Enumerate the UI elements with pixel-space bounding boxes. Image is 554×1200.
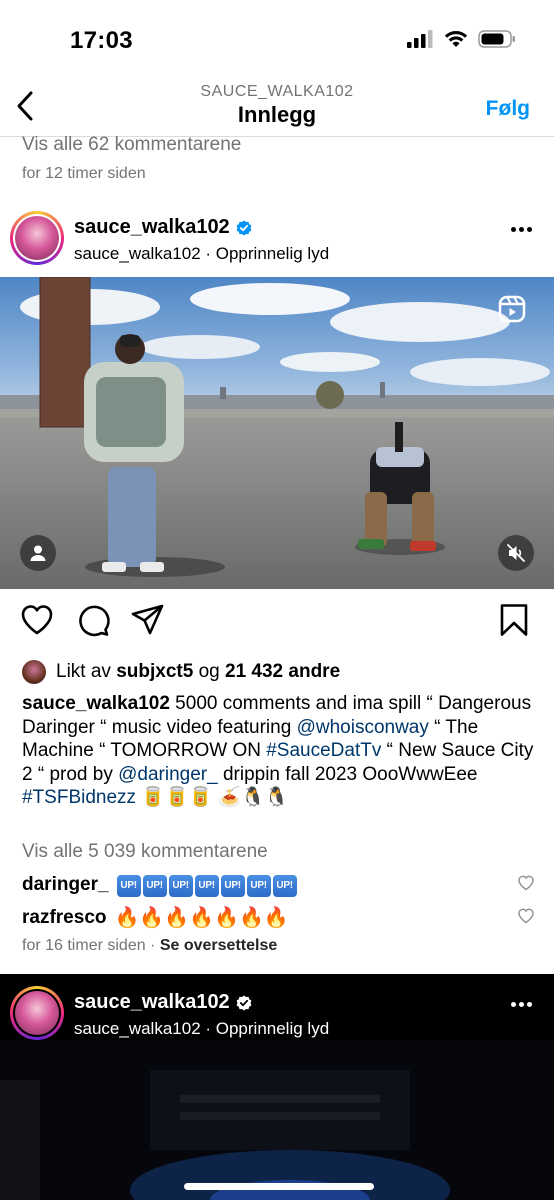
- likes-prefix: Likt av: [56, 661, 117, 682]
- post-username-row[interactable]: sauce_walka102: [74, 991, 252, 1014]
- caption-text: drippin fall 2023 OooWwwEee: [217, 763, 478, 785]
- up-badge: UP!: [246, 875, 271, 897]
- reels-icon: [498, 295, 526, 323]
- comment-username[interactable]: daringer_: [22, 874, 109, 896]
- up-badge: UP!: [116, 875, 141, 897]
- share-button[interactable]: [130, 602, 166, 643]
- status-icons: [407, 30, 516, 48]
- caption-emoji: 🥫🥫🥫 🍝🐧🐧: [136, 787, 289, 809]
- separator-dot: ·: [150, 937, 160, 954]
- view-all-comments-link[interactable]: Vis alle 5 039 kommentarene: [22, 841, 268, 863]
- verified-badge-icon: [236, 220, 252, 235]
- verified-badge-icon: [236, 995, 252, 1010]
- post-time: for 16 timer siden: [22, 937, 146, 954]
- reels-badge: [494, 291, 530, 327]
- comment-button[interactable]: [75, 602, 111, 643]
- up-badge: UP!: [142, 875, 167, 897]
- liker-avatar: [22, 660, 46, 684]
- post-username-row[interactable]: sauce_walka102: [74, 216, 252, 239]
- comment-row: razfresco 🔥🔥🔥🔥🔥🔥🔥: [22, 905, 537, 930]
- previous-post-view-all-comments[interactable]: Vis alle 62 kommentarene: [22, 134, 241, 156]
- comment-text: 🔥🔥🔥🔥🔥🔥🔥: [114, 907, 289, 929]
- avatar[interactable]: [10, 211, 64, 265]
- post-header: sauce_walka102 sauce_walka102 · Opprinne…: [0, 986, 554, 1046]
- like-button[interactable]: [19, 602, 55, 643]
- more-horizontal-icon: [511, 227, 516, 232]
- speaker-muted-icon: [507, 544, 525, 562]
- likes-count[interactable]: 21 432 andre: [225, 661, 340, 683]
- likes-user[interactable]: subjxct5: [116, 661, 193, 683]
- likes-joiner: og: [193, 661, 225, 682]
- post-header: sauce_walka102 sauce_walka102 · Opprinne…: [0, 211, 554, 271]
- post-audio-label[interactable]: sauce_walka102 · Opprinnelig lyd: [74, 1019, 329, 1039]
- previous-post-time: for 12 timer siden: [22, 165, 146, 182]
- caption-hashtag[interactable]: #SauceDatTv: [266, 740, 381, 761]
- comment-like-button[interactable]: [517, 907, 535, 931]
- post-username[interactable]: sauce_walka102: [74, 216, 230, 239]
- bookmark-icon: [500, 604, 528, 636]
- cellular-signal-icon: [407, 30, 433, 48]
- heart-icon: [518, 875, 534, 891]
- post-video[interactable]: [0, 277, 554, 589]
- likes-summary[interactable]: Likt av subjxct5 og 21 432 andre: [22, 659, 340, 685]
- heart-icon: [518, 908, 534, 924]
- wifi-icon: [444, 31, 468, 47]
- post-time-row: for 16 timer siden · Se oversettelse: [22, 937, 277, 955]
- heart-icon: [21, 605, 53, 635]
- home-indicator: [184, 1183, 374, 1190]
- video-frame: [0, 277, 554, 589]
- battery-icon: [478, 30, 515, 48]
- tagged-users-button[interactable]: [20, 535, 56, 571]
- post-audio-label[interactable]: sauce_walka102 · Opprinnelig lyd: [74, 244, 329, 264]
- comment-icon: [79, 605, 110, 637]
- caption-mention[interactable]: @daringer_: [118, 764, 218, 785]
- follow-button[interactable]: Følg: [486, 97, 530, 121]
- nav-username: SAUCE_WALKA102: [200, 83, 354, 100]
- up-badge: UP!: [272, 875, 297, 897]
- up-badge: UP!: [194, 875, 219, 897]
- status-bar: 17:03: [0, 0, 554, 80]
- more-options-button[interactable]: [511, 1002, 532, 1007]
- avatar[interactable]: [10, 986, 64, 1040]
- status-time: 17:03: [70, 27, 133, 54]
- comment-username[interactable]: razfresco: [22, 907, 107, 929]
- caption-hashtag[interactable]: #TSFBidnezz: [22, 787, 136, 808]
- nav-header: SAUCE_WALKA102 Innlegg Følg: [0, 80, 554, 136]
- post-caption: sauce_walka102 5000 comments and ima spi…: [22, 692, 537, 810]
- mute-toggle-button[interactable]: [498, 535, 534, 571]
- post-username[interactable]: sauce_walka102: [74, 991, 230, 1014]
- page-title: Innlegg: [237, 102, 317, 127]
- more-horizontal-icon: [511, 1002, 516, 1007]
- post-actions: [0, 602, 554, 642]
- save-button[interactable]: [496, 602, 532, 643]
- up-badge: UP!: [168, 875, 193, 897]
- next-post-media: [0, 1040, 554, 1200]
- see-translation-link[interactable]: Se oversettelse: [160, 937, 277, 954]
- send-icon: [131, 604, 164, 635]
- user-icon: [30, 545, 46, 561]
- more-options-button[interactable]: [511, 227, 532, 232]
- caption-username[interactable]: sauce_walka102: [22, 693, 170, 714]
- comment-row: daringer_ UP! UP! UP! UP! UP! UP! UP!: [22, 872, 537, 897]
- comment-badges: UP! UP! UP! UP! UP! UP! UP!: [116, 872, 299, 897]
- comment-like-button[interactable]: [517, 874, 535, 898]
- caption-mention[interactable]: @whoisconway: [297, 717, 429, 738]
- next-post: sauce_walka102 sauce_walka102 · Opprinne…: [0, 974, 554, 1200]
- up-badge: UP!: [220, 875, 245, 897]
